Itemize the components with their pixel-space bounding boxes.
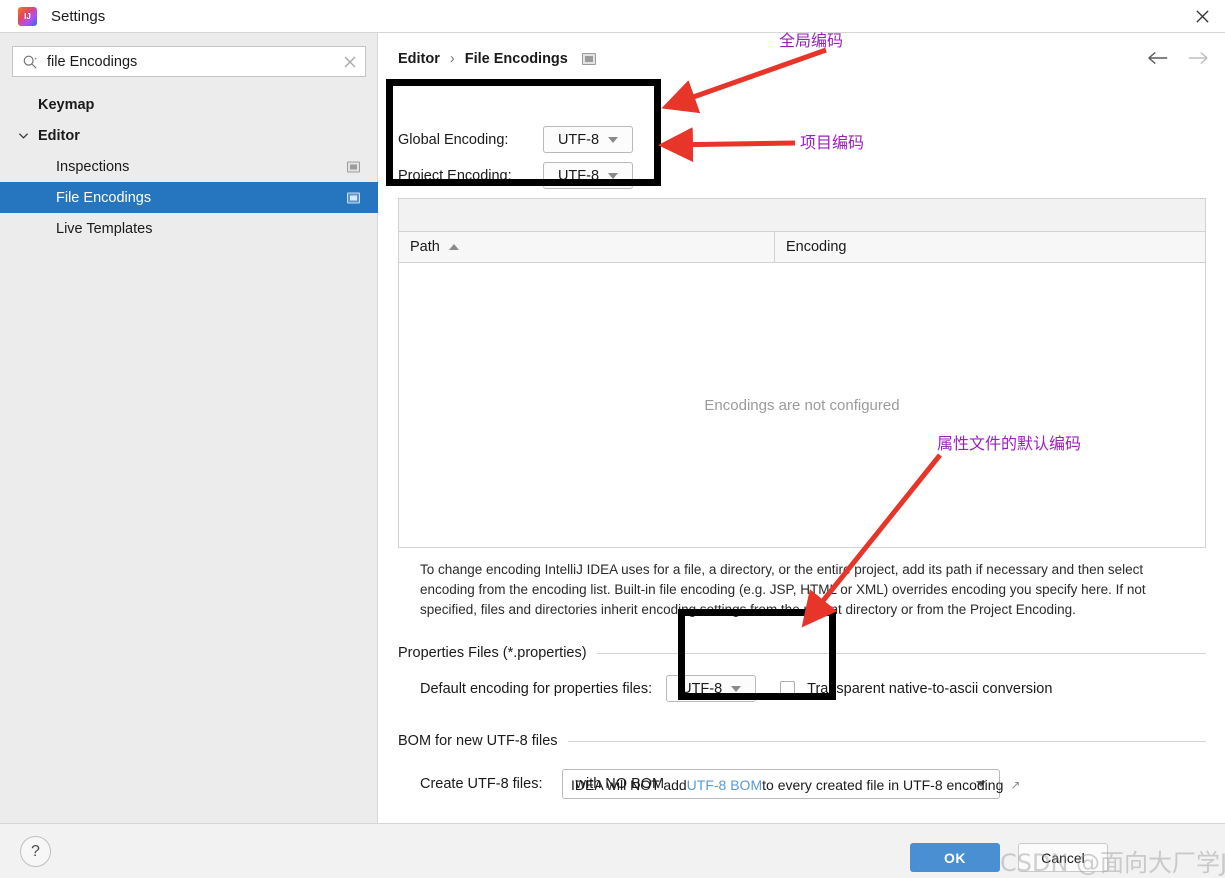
default-properties-encoding-value: UTF-8 [681, 680, 723, 697]
sidebar-item-editor[interactable]: Editor [0, 120, 378, 151]
empty-state-message: Encodings are not configured [704, 396, 900, 414]
chevron-down-icon [608, 172, 619, 179]
window-title: Settings [51, 7, 106, 25]
default-properties-encoding-dropdown[interactable]: UTF-8 [666, 675, 757, 702]
close-icon[interactable] [1179, 0, 1225, 33]
column-label: Path [410, 239, 440, 255]
global-encoding-value: UTF-8 [557, 131, 600, 148]
annotation-label-properties-encoding: 属性文件的默认编码 [937, 434, 1082, 453]
project-encoding-value: UTF-8 [557, 167, 600, 184]
chevron-down-icon [608, 136, 619, 143]
sidebar-item-live-templates[interactable]: Live Templates [0, 213, 378, 244]
bom-group-title: BOM for new UTF-8 files [398, 733, 558, 749]
title-bar: Settings [0, 0, 1225, 33]
encodings-table-toolbar [398, 198, 1206, 231]
cancel-button[interactable]: Cancel [1018, 843, 1108, 872]
sidebar-item-label: File Encodings [56, 189, 152, 206]
encodings-table-header: Path Encoding [398, 231, 1206, 263]
search-input[interactable] [47, 53, 335, 70]
sidebar-item-label: Editor [38, 127, 80, 144]
arrow-right-icon[interactable] [1187, 49, 1209, 72]
bom-note-link[interactable]: UTF-8 BOM [687, 777, 762, 793]
global-encoding-row: Global Encoding: UTF-8 [398, 126, 633, 153]
chevron-down-icon [731, 685, 742, 692]
intellij-idea-logo [18, 6, 37, 26]
column-header-encoding[interactable]: Encoding [775, 239, 846, 255]
bom-note: IDEA will NOT add UTF-8 BOM to every cre… [571, 777, 1020, 793]
sidebar-item-file-encodings[interactable]: File Encodings [0, 182, 378, 213]
project-scope-icon [581, 53, 596, 65]
group-divider [567, 740, 1206, 742]
breadcrumb-current: File Encodings [464, 51, 568, 67]
annotation-label-project-encoding: 项目编码 [800, 133, 865, 152]
project-scope-icon [347, 192, 360, 203]
clear-icon[interactable] [335, 56, 365, 68]
default-properties-encoding-label: Default encoding for properties files: [420, 680, 653, 697]
navigation-arrows [1147, 49, 1209, 72]
external-link-icon: ↗ [1010, 778, 1021, 792]
column-header-path[interactable]: Path [399, 239, 774, 255]
arrow-left-icon[interactable] [1147, 49, 1169, 72]
breadcrumb: Editor › File Encodings [398, 51, 596, 67]
search-box[interactable] [12, 46, 366, 77]
sidebar-item-keymap[interactable]: Keymap [0, 89, 378, 120]
sidebar-item-label: Keymap [38, 96, 95, 113]
sidebar-item-inspections[interactable]: Inspections [0, 151, 378, 182]
default-properties-encoding-row: Default encoding for properties files: U… [420, 675, 1052, 702]
annotation-label-global-encoding: 全局编码 [779, 31, 844, 50]
sort-ascending-icon [448, 244, 459, 250]
sidebar-item-label: Inspections [56, 158, 130, 175]
breadcrumb-parent[interactable]: Editor [398, 51, 440, 67]
search-icon [13, 54, 47, 70]
project-encoding-dropdown[interactable]: UTF-8 [543, 162, 633, 189]
properties-files-group: Properties Files (*.properties) [398, 645, 1206, 661]
project-encoding-row: Project Encoding: UTF-8 [398, 162, 633, 189]
transparent-native-to-ascii-checkbox[interactable] [780, 681, 796, 696]
help-button[interactable]: ? [20, 836, 51, 867]
properties-files-group-title: Properties Files (*.properties) [398, 645, 587, 661]
encodings-description: To change encoding IntelliJ IDEA uses fo… [420, 562, 1146, 617]
group-divider [596, 652, 1206, 654]
bom-group: BOM for new UTF-8 files [398, 733, 1206, 749]
chevron-down-icon[interactable] [18, 120, 29, 151]
settings-sidebar: Keymap Editor Inspections File Encodings… [0, 33, 378, 823]
settings-dialog: Settings Keymap [0, 0, 1225, 878]
bom-note-suffix: to every created file in UTF-8 encoding [762, 777, 1004, 793]
encodings-table-body[interactable]: Encodings are not configured [398, 263, 1206, 548]
project-scope-icon [347, 161, 360, 172]
transparent-native-to-ascii-label: Transparent native-to-ascii conversion [807, 680, 1053, 697]
sidebar-item-label: Live Templates [56, 220, 153, 237]
breadcrumb-separator: › [449, 51, 455, 67]
global-encoding-dropdown[interactable]: UTF-8 [543, 126, 633, 153]
ok-button[interactable]: OK [910, 843, 1000, 872]
project-encoding-label: Project Encoding: [398, 167, 512, 184]
create-utf8-files-label: Create UTF-8 files: [420, 776, 543, 792]
global-encoding-label: Global Encoding: [398, 131, 509, 148]
bom-note-prefix: IDEA will NOT add [571, 777, 687, 793]
settings-tree: Keymap Editor Inspections File Encodings… [0, 89, 378, 244]
